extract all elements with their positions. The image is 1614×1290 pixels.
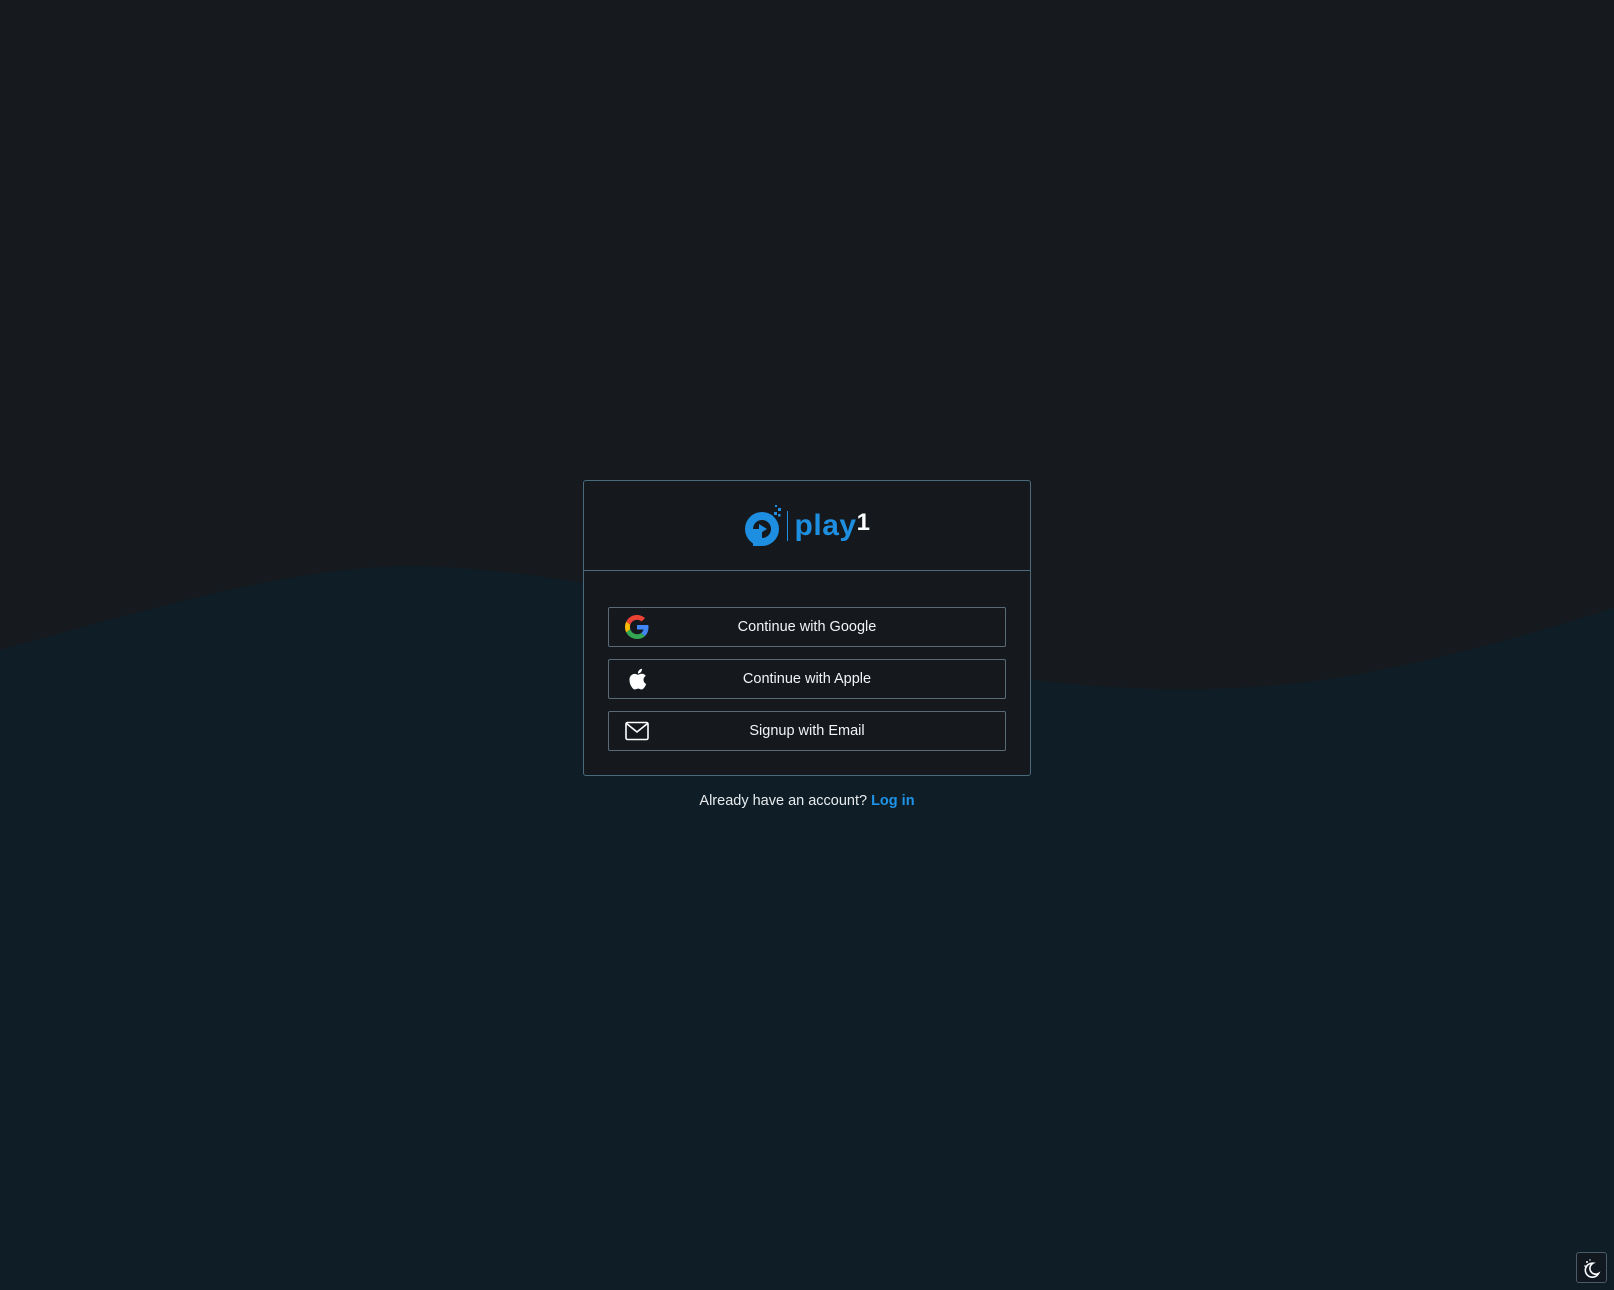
auth-options: Continue with Google Continue with Apple…: [584, 571, 1030, 751]
continue-with-apple-button[interactable]: Continue with Apple: [608, 659, 1006, 699]
signup-with-email-button[interactable]: Signup with Email: [608, 711, 1006, 751]
google-icon: [625, 615, 649, 639]
brand-logo: play1: [744, 504, 871, 548]
play1-logo-icon: [744, 504, 781, 546]
logo-divider: [786, 510, 788, 541]
apple-button-label: Continue with Apple: [742, 671, 872, 687]
login-prompt-text: Already have an account?: [699, 793, 868, 809]
google-button-label: Continue with Google: [737, 619, 877, 635]
email-button-label: Signup with Email: [749, 723, 865, 739]
card-header: play1: [584, 481, 1030, 571]
brand-name-main: play: [794, 508, 857, 542]
login-link[interactable]: Log in: [871, 793, 915, 809]
brand-name-suffix: 1: [856, 508, 871, 536]
mail-icon: [625, 719, 649, 743]
moon-stars-icon: [1583, 1258, 1600, 1278]
brand-wordmark: play1: [794, 508, 871, 542]
signup-card: play1 Continue with Google Continue with…: [583, 480, 1031, 776]
theme-toggle-button[interactable]: [1576, 1252, 1607, 1283]
continue-with-google-button[interactable]: Continue with Google: [608, 607, 1006, 647]
login-prompt: Already have an account? Log in: [0, 793, 1614, 809]
apple-icon: [625, 667, 649, 691]
